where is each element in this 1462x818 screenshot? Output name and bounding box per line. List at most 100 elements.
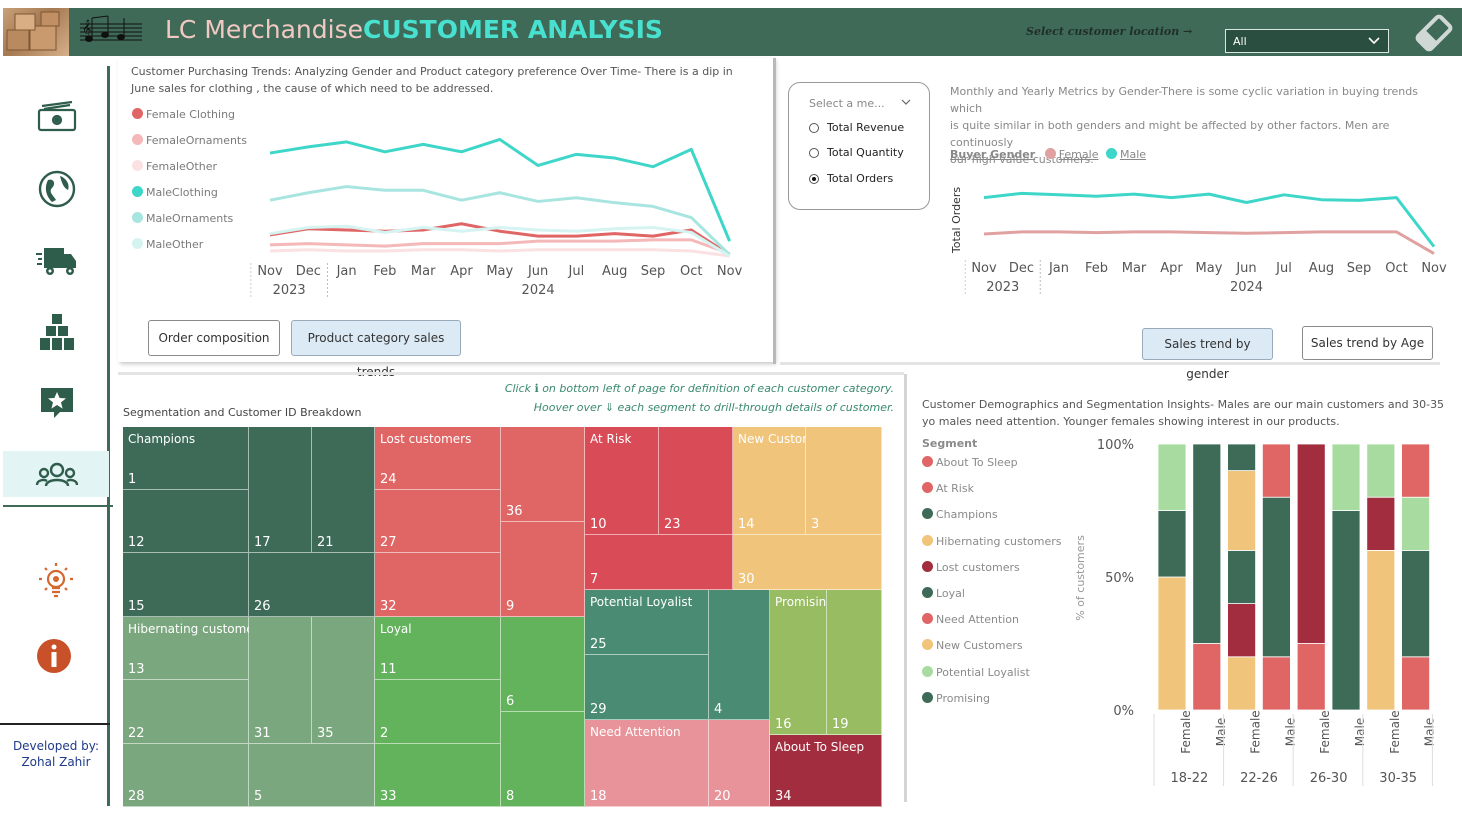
treemap-cell[interactable]: Lost customers 24 bbox=[375, 427, 501, 490]
trends-legend-item[interactable]: FemaleOrnaments bbox=[132, 134, 247, 147]
treemap-cell[interactable]: Champions 1 bbox=[123, 427, 249, 490]
treemap-cell[interactable]: 2 bbox=[375, 680, 501, 744]
treemap-customer-id: 33 bbox=[380, 789, 397, 804]
stacked-bar-segment bbox=[1401, 656, 1431, 711]
stacked-bar-segment bbox=[1366, 550, 1396, 711]
treemap-cell[interactable]: 32 bbox=[375, 553, 501, 617]
treemap-cell[interactable]: 9 bbox=[501, 522, 585, 617]
sales-trend-gender-button[interactable]: Sales trend by gender bbox=[1142, 328, 1273, 381]
info-icon[interactable] bbox=[34, 634, 80, 680]
treemap-customer-id: 36 bbox=[506, 504, 523, 519]
globe-icon[interactable] bbox=[34, 166, 80, 212]
panel-shadow-line bbox=[118, 372, 904, 375]
treemap-cell[interactable]: 8 bbox=[501, 712, 585, 807]
segment-legend-item[interactable]: Hibernating customers bbox=[922, 535, 1061, 548]
gender-legend-title: Buyer Gender bbox=[950, 148, 1036, 161]
category-trends-button[interactable]: Product category sales trends bbox=[291, 320, 461, 379]
legend-male[interactable]: Male bbox=[1105, 148, 1146, 161]
customers-icon[interactable] bbox=[34, 452, 80, 498]
metric-slicer[interactable]: Select a me... Total Revenue Total Quant… bbox=[788, 82, 930, 210]
treemap-cell[interactable]: 29 bbox=[585, 655, 709, 720]
treemap-customer-id: 15 bbox=[128, 599, 145, 614]
segment-legend-item[interactable]: Need Attention bbox=[922, 613, 1019, 626]
segment-legend-item[interactable]: Potential Loyalist bbox=[922, 666, 1030, 679]
review-star-icon[interactable] bbox=[34, 380, 80, 426]
treemap-cell[interactable]: 3 bbox=[806, 427, 882, 535]
treemap-cell[interactable]: Need Attention 18 bbox=[585, 720, 709, 807]
treemap-note-line-1: Click ℹ on bottom left of page for defin… bbox=[504, 382, 894, 395]
treemap-cell[interactable]: 20 bbox=[709, 720, 770, 807]
treemap-cell[interactable]: 26 bbox=[249, 553, 375, 617]
trends-legend-item[interactable]: MaleOrnaments bbox=[132, 212, 233, 225]
treemap-cell[interactable]: 23 bbox=[659, 427, 733, 535]
stacked-bar-segment bbox=[1296, 443, 1326, 644]
treemap-cell[interactable]: 6 bbox=[501, 617, 585, 712]
segment-legend-item[interactable]: Promising bbox=[922, 692, 990, 705]
legend-dot-icon bbox=[132, 108, 143, 119]
treemap-cell[interactable]: Promising 16 bbox=[770, 590, 834, 735]
trends-legend-item[interactable]: MaleClothing bbox=[132, 186, 218, 199]
treemap-customer-id: 3 bbox=[811, 517, 820, 532]
x-tick-label: Sep bbox=[1347, 261, 1372, 276]
x-tick-label: Nov bbox=[257, 264, 283, 279]
treemap-cell[interactable]: 31 bbox=[249, 617, 312, 744]
treemap-segment-label: Promising bbox=[775, 595, 834, 609]
segment-legend-item[interactable]: Champions bbox=[922, 508, 998, 521]
treemap-cell[interactable]: 21 bbox=[312, 427, 375, 553]
treemap-cell[interactable]: 19 bbox=[827, 590, 882, 735]
treemap-cell[interactable]: 4 bbox=[709, 590, 770, 720]
trends-legend-item[interactable]: FemaleOther bbox=[132, 160, 217, 173]
treemap-cell[interactable]: 22 bbox=[123, 680, 249, 744]
treemap-cell[interactable]: 36 bbox=[501, 427, 585, 522]
treemap-cell[interactable]: 30 bbox=[733, 535, 882, 590]
trends-legend-item[interactable]: MaleOther bbox=[132, 238, 203, 251]
treemap-cell[interactable]: New Customers 14 bbox=[733, 427, 833, 535]
treemap-cell[interactable]: 27 bbox=[375, 490, 501, 553]
treemap-cell[interactable]: 35 bbox=[312, 617, 375, 744]
segment-legend-item[interactable]: Lost customers bbox=[922, 561, 1020, 574]
eraser-icon[interactable] bbox=[1412, 12, 1456, 54]
segment-legend-item[interactable]: About To Sleep bbox=[922, 456, 1018, 469]
lightbulb-icon[interactable] bbox=[34, 558, 80, 604]
location-dropdown[interactable]: All bbox=[1225, 29, 1389, 53]
sales-trend-age-button[interactable]: Sales trend by Age bbox=[1302, 326, 1433, 360]
segment-legend-item[interactable]: At Risk bbox=[922, 482, 974, 495]
treemap-cell[interactable]: 5 bbox=[249, 744, 375, 807]
treemap-cell[interactable]: 28 bbox=[123, 744, 249, 807]
treemap-cell[interactable]: Hibernating customers 13 bbox=[123, 617, 265, 680]
truck-icon[interactable] bbox=[34, 238, 80, 284]
location-label: Select customer location → bbox=[1026, 25, 1193, 38]
trends-legend-item[interactable]: Female Clothing bbox=[132, 108, 235, 121]
segment-legend-label: About To Sleep bbox=[936, 456, 1018, 469]
trends-description-line-2: June sales for clothing , the cause of w… bbox=[131, 82, 494, 95]
x-tick-label: Oct bbox=[680, 264, 702, 279]
treemap-cell[interactable]: 12 bbox=[123, 490, 249, 553]
page-title-text: CUSTOMER ANALYSIS bbox=[363, 15, 663, 44]
segment-legend-item[interactable]: Loyal bbox=[922, 587, 965, 600]
metric-option-revenue[interactable]: Total Revenue bbox=[809, 121, 904, 134]
metric-option-quantity[interactable]: Total Quantity bbox=[809, 146, 904, 159]
segment-legend-item[interactable]: New Customers bbox=[922, 639, 1023, 652]
series-line-0 bbox=[983, 230, 1435, 255]
treemap-cell[interactable]: Potential Loyalist 25 bbox=[585, 590, 709, 655]
legend-female[interactable]: Female bbox=[1044, 148, 1099, 161]
stacked-bar-segment bbox=[1192, 643, 1222, 711]
treemap-cell[interactable]: 17 bbox=[249, 427, 312, 553]
treemap-cell[interactable]: 7 bbox=[585, 535, 733, 590]
panel-divider bbox=[773, 58, 776, 364]
sidebar-footer-separator bbox=[0, 723, 110, 725]
order-composition-button[interactable]: Order composition bbox=[148, 320, 280, 356]
money-icon[interactable] bbox=[34, 96, 80, 142]
legend-female-label: Female bbox=[1058, 148, 1099, 161]
metric-option-orders[interactable]: Total Orders bbox=[809, 172, 893, 185]
trends-legend-label: MaleOther bbox=[146, 238, 204, 251]
boxes-icon[interactable] bbox=[34, 310, 80, 356]
legend-dot-icon bbox=[922, 666, 933, 677]
treemap-customer-id: 22 bbox=[128, 726, 145, 741]
treemap-cell[interactable]: 33 bbox=[375, 744, 501, 807]
panel-shadow-line bbox=[780, 362, 1440, 365]
treemap-cell[interactable]: Loyal 11 bbox=[375, 617, 501, 680]
treemap-cell[interactable]: 15 bbox=[123, 553, 249, 617]
treemap-cell[interactable]: About To Sleep 34 bbox=[770, 735, 882, 807]
treemap-cell[interactable]: At Risk 10 bbox=[585, 427, 659, 535]
